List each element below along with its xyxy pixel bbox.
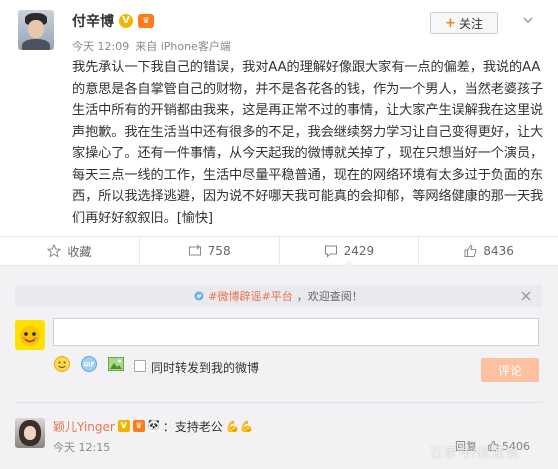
thumbs-up-icon	[464, 244, 477, 257]
rumor-notice: # #微博辟谣#平台 ，欢迎查阅！	[15, 285, 542, 307]
emoji-face-icon	[15, 320, 45, 350]
panda-icon: 🐼	[147, 420, 161, 432]
like-count: 8436	[483, 244, 514, 258]
weibo-post: 付辛博 V ♛ 今天 12:09 来自 iPhone客户端 + 关注 我先承认一…	[0, 0, 558, 236]
thumbs-up-icon	[488, 440, 499, 452]
comment-like-count: 5406	[502, 439, 530, 453]
comment-area: # #微博辟谣#平台 ，欢迎查阅！ GIF 同时转发到我的微博 评论 颖儿Yin…	[0, 266, 558, 469]
verified-icon: V	[119, 14, 133, 28]
author-line: 付辛博 V ♛	[72, 11, 154, 31]
follow-label: 关注	[458, 16, 483, 31]
submit-comment-button[interactable]: 评论	[481, 358, 539, 382]
image-icon[interactable]	[107, 355, 125, 373]
comment-icon	[324, 245, 337, 258]
hash-icon: #	[194, 291, 204, 301]
favorite-button[interactable]: 收藏	[0, 237, 140, 265]
comment-actions: 回复 5406	[455, 438, 530, 454]
divider	[15, 402, 542, 403]
plus-icon: +	[445, 15, 456, 31]
author-avatar[interactable]	[18, 10, 54, 50]
action-bar: 收藏 758 2429 8436	[0, 236, 558, 266]
like-button[interactable]: 8436	[419, 237, 558, 265]
svg-text:GIF: GIF	[83, 362, 94, 369]
muscle-icon: 💪💪	[225, 419, 254, 433]
comment-like-button[interactable]: 5406	[487, 440, 530, 453]
reply-button[interactable]: 回复	[455, 438, 477, 454]
follow-button[interactable]: + 关注	[430, 12, 498, 34]
comment-time: 今天 12:15	[53, 441, 111, 454]
chevron-down-icon[interactable]	[522, 14, 534, 26]
comment-avatar[interactable]	[15, 418, 45, 448]
repost-checkbox-label: 同时转发到我的微博	[151, 361, 260, 375]
repost-icon	[188, 244, 201, 256]
comment-button[interactable]: 2429	[280, 237, 420, 265]
star-icon	[47, 244, 62, 258]
repost-button[interactable]: 758	[140, 237, 280, 265]
close-icon[interactable]	[521, 291, 531, 301]
comment-count: 2429	[343, 244, 375, 258]
post-content: 我先承认一下我自己的错误，我对AA的理解好像跟大家有一点的偏差，我说的AA的意思…	[72, 60, 544, 226]
verified-icon: V	[117, 420, 130, 432]
comment-line: 颖儿Yinger V ♛ 🐼 ：支持老公 💪💪	[53, 418, 254, 435]
rumor-platform-link[interactable]: #微博辟谣#平台	[208, 288, 292, 304]
notice-text: ，欢迎查阅！	[296, 290, 363, 303]
comment-input[interactable]	[53, 318, 539, 346]
comment-text: ：支持老公	[162, 419, 223, 434]
post-source: 来自 iPhone客户端	[135, 40, 231, 53]
my-avatar[interactable]	[15, 320, 45, 350]
vip-icon: ♛	[132, 420, 145, 432]
post-time[interactable]: 今天 12:09	[72, 38, 129, 54]
smiley-icon[interactable]	[53, 355, 71, 373]
favorite-label: 收藏	[67, 244, 92, 259]
vip-icon: ♛	[138, 14, 154, 28]
comment-user[interactable]: 颖儿Yinger	[53, 418, 115, 435]
svg-text:#: #	[196, 293, 202, 301]
repost-count: 758	[207, 244, 231, 258]
author-name[interactable]: 付辛博	[72, 11, 114, 31]
repost-checkbox[interactable]	[134, 360, 146, 372]
gif-icon[interactable]: GIF	[80, 355, 98, 373]
post-meta: 今天 12:09 来自 iPhone客户端	[72, 38, 231, 54]
